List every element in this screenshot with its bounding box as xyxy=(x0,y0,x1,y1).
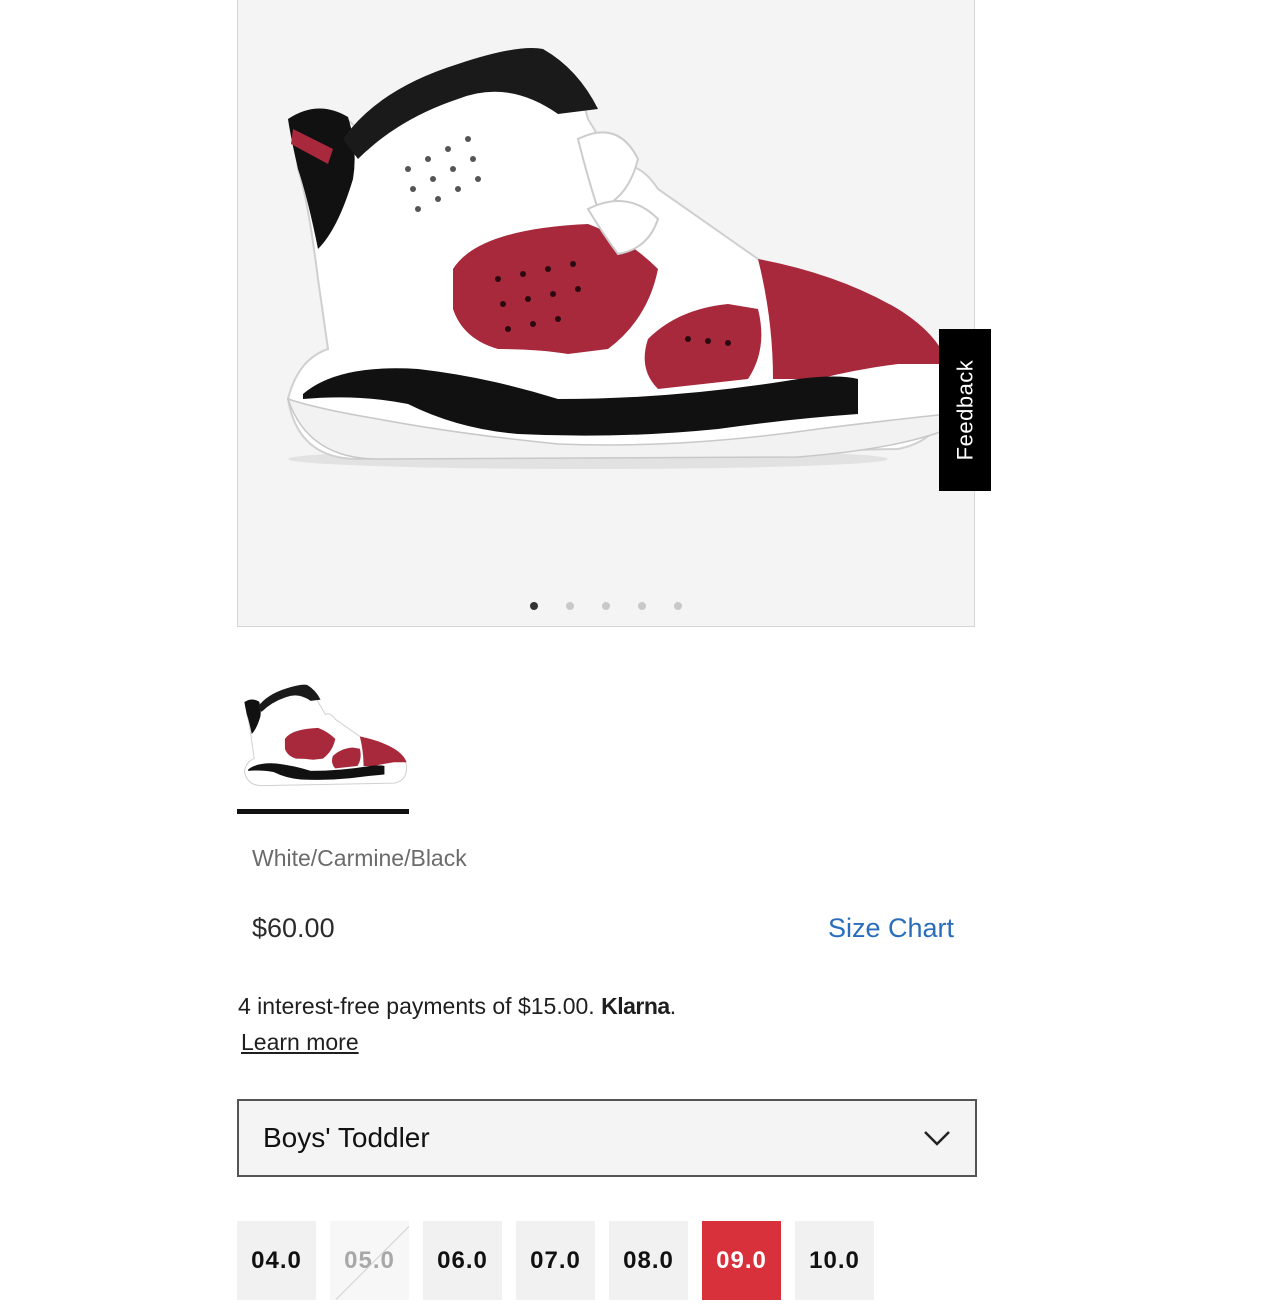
product-price: $60.00 xyxy=(252,913,335,943)
size-chart-link[interactable]: Size Chart xyxy=(828,913,954,944)
feedback-label: Feedback xyxy=(952,359,977,461)
klarna-learn-more-link[interactable]: Learn more xyxy=(241,1029,359,1056)
size-options: 04.0 05.0 06.0 07.0 08.0 09.0 10.0 xyxy=(237,1221,874,1300)
size-category-value: Boys' Toddler xyxy=(263,1122,430,1153)
gallery-dot[interactable] xyxy=(638,602,646,610)
klarna-payment-text: 4 interest-free payments of $15.00. xyxy=(238,993,595,1019)
feedback-tab[interactable]: Feedback xyxy=(939,329,991,491)
chevron-down-icon xyxy=(924,1131,950,1146)
gallery-dot[interactable] xyxy=(602,602,610,610)
colorway-label: White/Carmine/Black xyxy=(252,845,467,871)
thumbnail-shoe-image xyxy=(243,684,408,787)
gallery-dot[interactable] xyxy=(566,602,574,610)
product-shoe-image xyxy=(286,48,950,469)
size-category-select[interactable]: Boys' Toddler xyxy=(237,1099,977,1177)
gallery-pagination xyxy=(238,602,974,610)
size-option[interactable]: 08.0 xyxy=(609,1221,688,1300)
size-option[interactable]: 04.0 xyxy=(237,1221,316,1300)
colorway-thumbnail[interactable] xyxy=(237,660,409,808)
klarna-message: 4 interest-free payments of $15.00. Klar… xyxy=(238,993,677,1019)
klarna-logo: Klarna xyxy=(601,993,670,1019)
thumbnail-selected-indicator xyxy=(237,809,409,814)
product-image-gallery[interactable] xyxy=(237,0,975,627)
size-option-selected[interactable]: 09.0 xyxy=(702,1221,781,1300)
size-option-unavailable: 05.0 xyxy=(330,1221,409,1300)
gallery-dot[interactable] xyxy=(674,602,682,610)
size-option[interactable]: 06.0 xyxy=(423,1221,502,1300)
size-option[interactable]: 07.0 xyxy=(516,1221,595,1300)
gallery-dot[interactable] xyxy=(530,602,538,610)
size-option[interactable]: 10.0 xyxy=(795,1221,874,1300)
